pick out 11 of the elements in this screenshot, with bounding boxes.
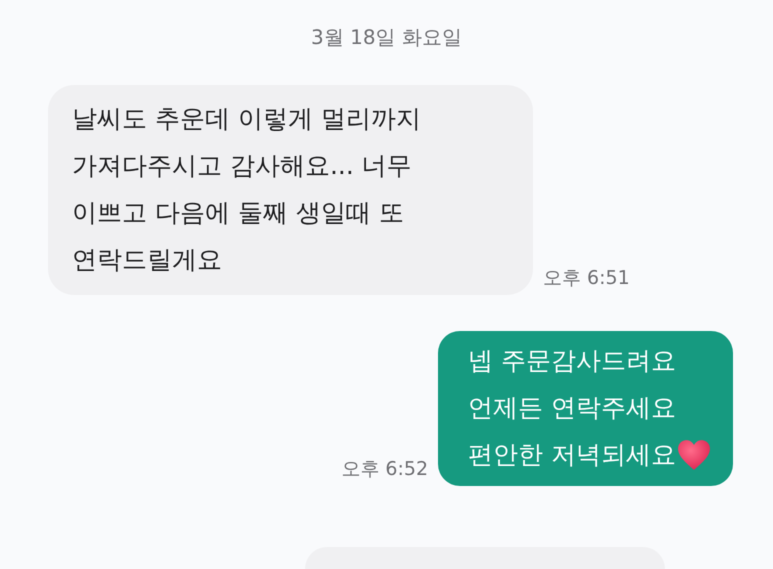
date-divider: 3월 18일 화요일 xyxy=(311,24,462,51)
message-text: 이쁘고 다음에 둘째 생일때 또 xyxy=(72,197,404,229)
message-text: 연락드릴게요 xyxy=(72,244,222,276)
message-text: 언제든 연락주세요 xyxy=(468,392,676,424)
message-text: 편안한 저녁되세요 xyxy=(468,439,676,471)
message-text: 가져다주시고 감사해요... 너무 xyxy=(72,150,412,182)
message-time: 오후 6:52 xyxy=(341,457,428,482)
message-text: 넵 주문감사드려요 xyxy=(468,345,676,377)
heart-icon xyxy=(677,438,711,470)
message-time: 오후 6:51 xyxy=(543,266,630,291)
message-text: 날씨도 추운데 이렇게 멀리까지 xyxy=(72,103,421,135)
